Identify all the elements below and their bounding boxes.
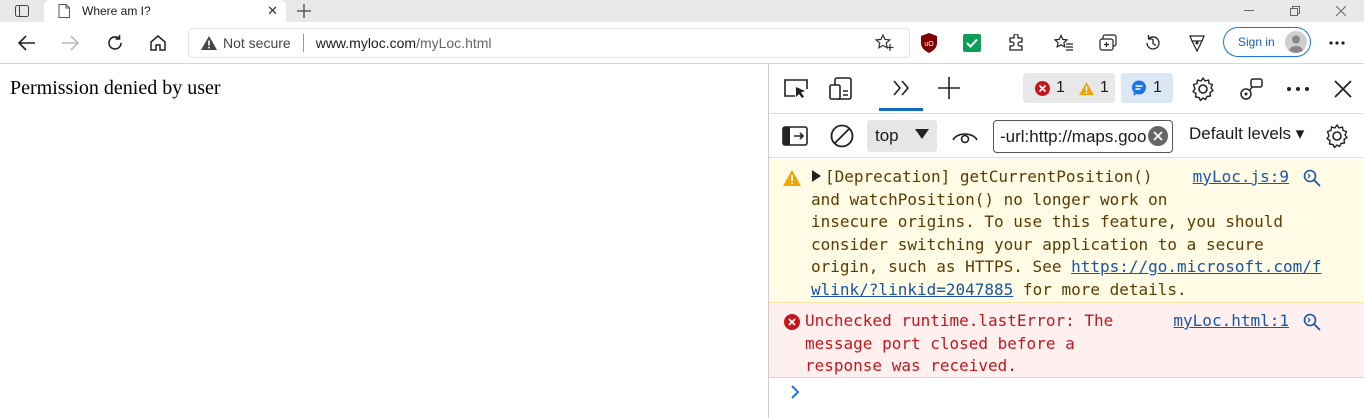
minimize-icon[interactable] — [1226, 0, 1272, 22]
warning-line-2: and watchPosition() no longer work on — [811, 189, 1168, 209]
message-icon — [1131, 80, 1147, 96]
history-icon[interactable] — [1141, 32, 1165, 54]
refresh-icon[interactable] — [101, 30, 129, 56]
extensions-icon[interactable] — [1004, 32, 1028, 54]
filter-text: -url:http://maps.goo — [1000, 126, 1147, 146]
clear-filter-icon[interactable] — [1148, 126, 1168, 146]
more-menu-icon[interactable] — [1325, 32, 1349, 54]
more-tabs-chevron-icon[interactable] — [889, 76, 915, 100]
customize-feedback-icon[interactable] — [1237, 75, 1265, 103]
warning-count: 1 — [1099, 79, 1109, 96]
console-message-warning: [Deprecation] getCurrentPosition() and w… — [769, 159, 1364, 303]
info-counter[interactable]: 1 — [1121, 73, 1173, 103]
warning-source-link[interactable]: myLoc.js:9 — [1193, 166, 1289, 189]
active-tab-indicator — [879, 108, 923, 111]
warning-line-5: origin, such as HTTPS. See — [811, 257, 1072, 277]
page-content: Permission denied by user — [0, 64, 768, 418]
inspect-element-icon[interactable] — [783, 77, 809, 101]
sidebar-toggle-icon[interactable] — [781, 124, 809, 148]
forward-icon[interactable] — [56, 30, 84, 56]
add-favorite-icon[interactable] — [874, 33, 895, 55]
warning-icon — [1078, 81, 1094, 95]
page-icon — [58, 4, 72, 18]
not-secure-warning-icon[interactable] — [201, 36, 217, 50]
checkmark-extension-icon[interactable] — [960, 32, 984, 54]
clear-console-icon[interactable] — [829, 123, 855, 149]
device-emulation-icon[interactable] — [829, 77, 855, 101]
console-toolbar: top -url:http://maps.goo Default levels … — [769, 114, 1364, 158]
error-source-link[interactable]: myLoc.html:1 — [1173, 310, 1289, 333]
deprecation-link-part1[interactable]: https://go.microsoft.com/f — [1071, 257, 1321, 276]
new-tab-icon[interactable] — [292, 0, 316, 22]
devtools-panel: 1 1 1 top -url:http://maps.goo Default l… — [768, 64, 1364, 418]
deprecation-link-part2[interactable]: wlink/?linkid=2047885 — [811, 280, 1013, 299]
context-value: top — [875, 126, 899, 145]
warning-line-3: insecure origins. To use this feature, y… — [811, 212, 1284, 232]
info-count: 1 — [1153, 79, 1162, 96]
page-message: Permission denied by user — [10, 77, 221, 99]
ublock-extension-icon[interactable]: uO — [917, 32, 941, 54]
error-count: 1 — [1056, 79, 1065, 96]
dropdown-arrow-icon — [915, 127, 929, 142]
devtools-main-toolbar: 1 1 1 — [769, 64, 1364, 114]
warning-icon — [783, 169, 801, 187]
devtools-more-icon[interactable] — [1285, 77, 1311, 101]
collections-icon[interactable] — [1097, 32, 1121, 54]
tab-active[interactable]: Where am I? ✕ — [44, 0, 286, 22]
restore-icon[interactable] — [1272, 0, 1318, 22]
tab-actions-icon[interactable] — [8, 1, 36, 21]
error-icon — [783, 313, 801, 331]
add-tab-icon[interactable] — [935, 75, 963, 101]
context-select[interactable]: top — [867, 120, 937, 152]
home-icon[interactable] — [144, 30, 172, 56]
sign-in-label: Sign in — [1238, 35, 1275, 49]
svg-text:uO: uO — [924, 41, 934, 48]
warning-line-1: [Deprecation] getCurrentPosition() — [825, 167, 1153, 186]
issues-counter[interactable]: 1 1 — [1023, 73, 1115, 103]
performance-icon[interactable] — [1185, 32, 1209, 54]
console-filter-input[interactable]: -url:http://maps.goo — [993, 120, 1173, 153]
url-host: www.myloc.com — [315, 35, 417, 51]
favorites-icon[interactable] — [1052, 32, 1076, 54]
expand-triangle-icon[interactable] — [811, 166, 825, 189]
address-bar[interactable]: Not secure www.myloc.com/myLoc.html — [188, 28, 910, 58]
sign-in-button[interactable]: Sign in — [1223, 27, 1311, 57]
tab-strip: Where am I? ✕ — [0, 0, 1364, 22]
search-icon[interactable] — [1303, 169, 1321, 187]
warning-line-4: consider switching your application to a… — [811, 234, 1264, 254]
avatar-icon — [1285, 31, 1307, 53]
error-line-1: Unchecked runtime.lastError: The — [805, 311, 1114, 330]
address-divider — [302, 34, 304, 52]
search-icon[interactable] — [1303, 313, 1321, 331]
close-devtools-icon[interactable] — [1331, 77, 1355, 101]
error-line-2: message port closed before a — [805, 333, 1075, 353]
console-settings-gear-icon[interactable] — [1323, 123, 1351, 149]
close-window-icon[interactable] — [1318, 0, 1364, 22]
warning-line-6: for more details. — [1013, 279, 1187, 299]
log-levels-dropdown[interactable]: Default levels ▾ — [1189, 124, 1313, 144]
settings-gear-icon[interactable] — [1189, 75, 1217, 103]
tab-title: Where am I? — [82, 4, 151, 18]
tab-close-icon[interactable]: ✕ — [267, 3, 278, 19]
console-prompt-chevron-icon[interactable] — [785, 382, 805, 402]
security-label[interactable]: Not secure — [223, 35, 291, 51]
back-icon[interactable] — [13, 30, 41, 56]
error-line-3: response was received. — [805, 356, 1017, 376]
error-icon — [1035, 80, 1050, 96]
live-expression-eye-icon[interactable] — [951, 126, 979, 146]
url-text[interactable]: www.myloc.com/myLoc.html — [316, 35, 492, 51]
browser-toolbar: Not secure www.myloc.com/myLoc.html uO S… — [0, 22, 1364, 64]
url-path: /myLoc.html — [416, 35, 492, 51]
console-message-error: Unchecked runtime.lastError: The message… — [769, 303, 1364, 378]
